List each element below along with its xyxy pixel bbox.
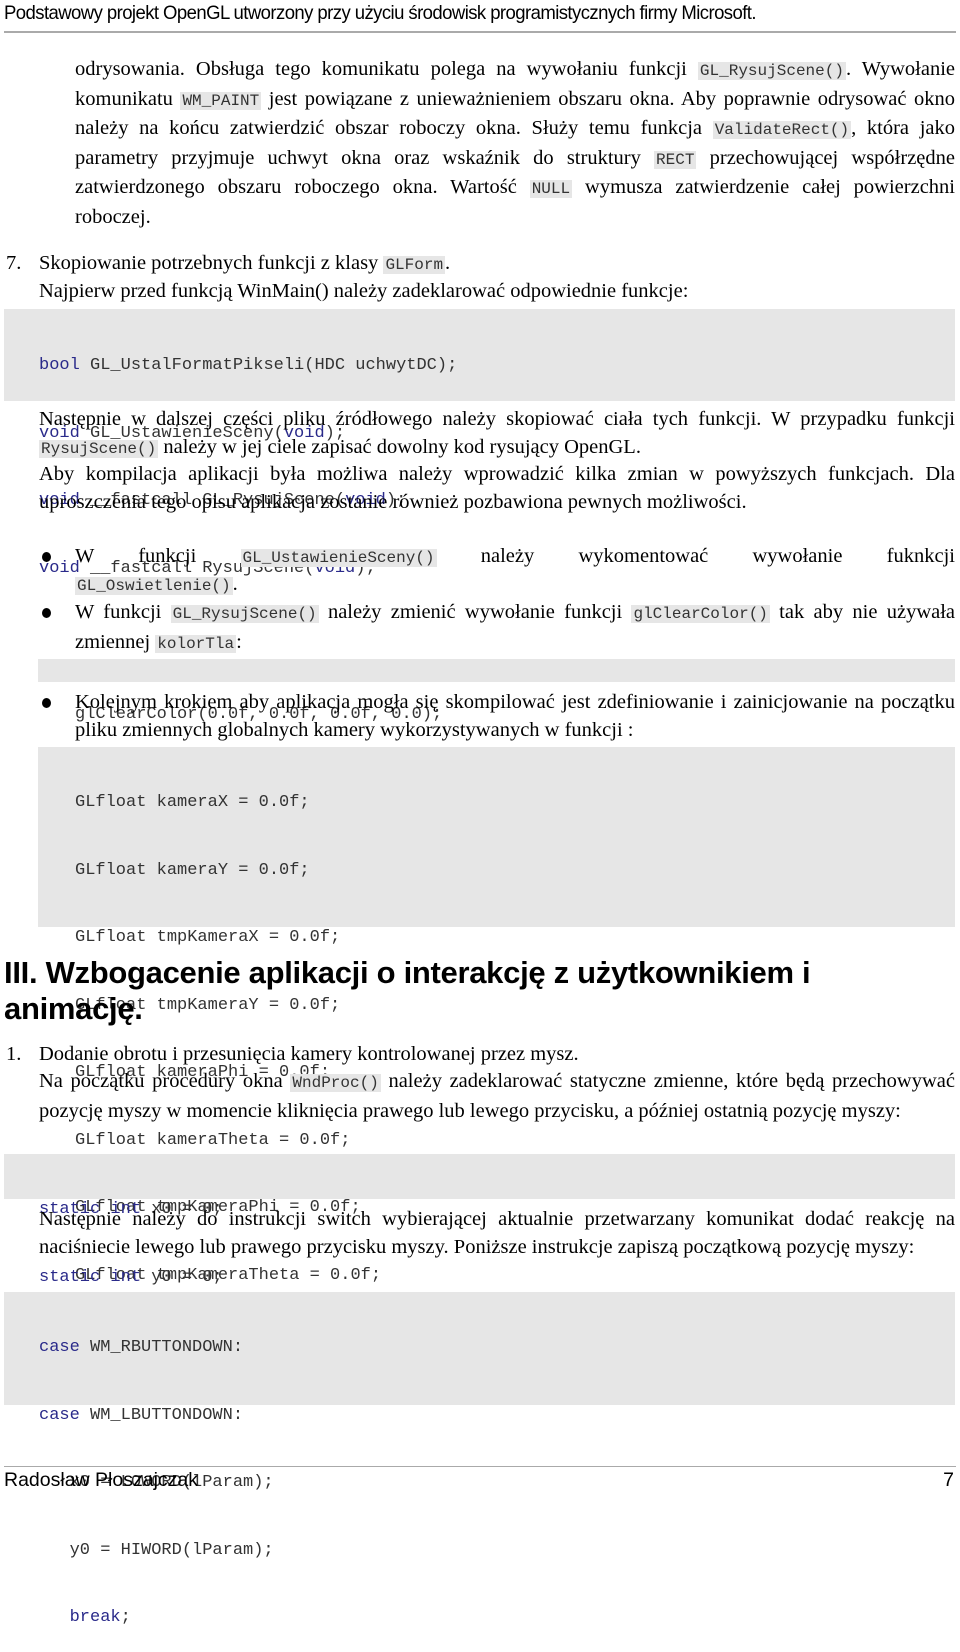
code-line: y0 = HIWORD(lParam);	[39, 1540, 955, 1563]
code-block-camera-globals: GLfloat kameraX = 0.0f; GLfloat kameraY …	[38, 747, 955, 1285]
code-line: case WM_LBUTTONDOWN:	[39, 1405, 955, 1428]
text: W funkcji	[75, 601, 171, 623]
footer-divider	[4, 1466, 956, 1467]
inline-code: NULL	[529, 180, 573, 199]
bullet-item: W funkcji GL_RysujScene() należy zmienić…	[75, 599, 955, 658]
footer-author: Radosław Płoszajczak	[4, 1469, 199, 1491]
keyword: bool	[39, 356, 80, 375]
keyword: break	[39, 1608, 121, 1627]
paragraph-copy-bodies: Następnie w dalszej części pliku źródłow…	[39, 406, 955, 463]
code-text: y0 = 0;	[141, 1267, 223, 1287]
inline-code: kolorTla	[155, 634, 237, 653]
inline-code: WndProc()	[290, 1074, 381, 1092]
code-line: GLfloat kameraY = 0.0f;	[75, 860, 310, 880]
bullet-icon	[42, 608, 51, 618]
inline-code: GL_RysujScene()	[697, 62, 846, 80]
step-title: Skopiowanie potrzebnych funkcji z klasy …	[39, 250, 955, 280]
inline-code: RECT	[654, 150, 697, 169]
step-title: Dodanie obrotu i przesunięcia kamery kon…	[39, 1043, 579, 1065]
code-line: GLfloat tmpKameraX = 0.0f;	[75, 928, 341, 947]
keyword: case	[39, 1405, 80, 1425]
page-number: 7	[943, 1469, 954, 1491]
code-line: case WM_RBUTTONDOWN:	[39, 1337, 955, 1360]
bullet-item-continuation: GL_Oswietlenie().	[75, 571, 955, 601]
paragraph-compilation: Aby kompilacja aplikacji była możliwa na…	[39, 463, 955, 513]
code-block-declarations: bool GL_UstalFormatPikseli(HDC uchwytDC)…	[4, 309, 955, 578]
code-line: bool GL_UstalFormatPikseli(HDC uchwytDC)…	[39, 355, 955, 378]
paragraph-switch: Następnie należy do instrukcji switch wy…	[39, 1208, 955, 1258]
code-block-static: static int x0 = 0; static int y0 = 0;	[4, 1154, 955, 1287]
paragraph-wm-paint: odrysowania. Obsługa tego komunikatu pol…	[75, 56, 955, 232]
step-intro: Najpierw przed funkcją WinMain() należy …	[39, 280, 689, 302]
code-text: y0 = HIWORD(lParam);	[39, 1540, 274, 1560]
inline-code: GL_UstawienieSceny()	[240, 549, 437, 567]
inline-code: WM_PAINT	[180, 91, 262, 110]
code-line: break;	[39, 1607, 955, 1630]
text: .	[232, 573, 238, 595]
bullet-icon	[42, 552, 51, 562]
text: :	[236, 630, 242, 653]
text: Na początku procedury okna	[39, 1070, 291, 1092]
code-line: GLfloat kameraTheta = 0.0f;	[75, 1130, 351, 1150]
bullet-icon	[42, 698, 51, 708]
code-line: GLfloat kameraX = 0.0f;	[75, 793, 310, 812]
code-text: WM_RBUTTONDOWN:	[79, 1338, 244, 1357]
inline-code: GL_Oswietlenie()	[75, 577, 233, 595]
inline-code: GL_RysujScene()	[170, 605, 319, 623]
text: Następnie w dalszej części pliku źródłow…	[39, 408, 955, 430]
text: odrysowania. Obsługa tego komunikatu pol…	[75, 58, 698, 80]
text: należy wykomentować wywołanie fuknkcji	[436, 545, 955, 567]
text: .	[445, 252, 451, 274]
section-heading: III. Wzbogacenie aplikacji o interakcję …	[4, 955, 811, 1026]
code-text: ;	[120, 1608, 131, 1627]
code-block-clearcolor: glClearColor(0.0f, 0.0f, 0.0f, 0.0);	[38, 659, 955, 724]
bullet-item: W funkcji GL_UstawienieSceny() należy wy…	[75, 543, 955, 573]
keyword: static int	[39, 1267, 142, 1287]
header-divider	[4, 31, 956, 33]
inline-code: RysujScene()	[39, 439, 159, 458]
keyword: case	[39, 1338, 80, 1357]
code-text: GL_UstalFormatPikseli(HDC uchwytDC);	[79, 356, 458, 375]
code-block-switch: case WM_RBUTTONDOWN: case WM_LBUTTONDOWN…	[4, 1292, 955, 1627]
text: Skopiowanie potrzebnych funkcji z klasy	[39, 252, 384, 274]
bullet-item: Kolejnym krokiem aby aplikacja mogła się…	[75, 691, 955, 741]
inline-code: GLForm	[383, 256, 446, 274]
inline-code: ValidateRect()	[712, 121, 852, 140]
code-text: WM_LBUTTONDOWN:	[79, 1405, 244, 1425]
step-number: 7.	[6, 252, 22, 274]
text: W funkcji	[75, 545, 241, 567]
paragraph-static-vars: Na początku procedury okna WndProc() nal…	[39, 1068, 955, 1125]
inline-code: glClearColor()	[631, 605, 770, 623]
code-line: static int y0 = 0;	[39, 1267, 955, 1290]
text: należy zmienić wywołanie funkcji	[318, 601, 632, 623]
running-header: Podstawowy projekt OpenGL utworzony przy…	[4, 2, 757, 24]
step-number: 1.	[6, 1043, 22, 1065]
text: należy w jej ciele zapisać dowolny kod r…	[158, 435, 641, 458]
